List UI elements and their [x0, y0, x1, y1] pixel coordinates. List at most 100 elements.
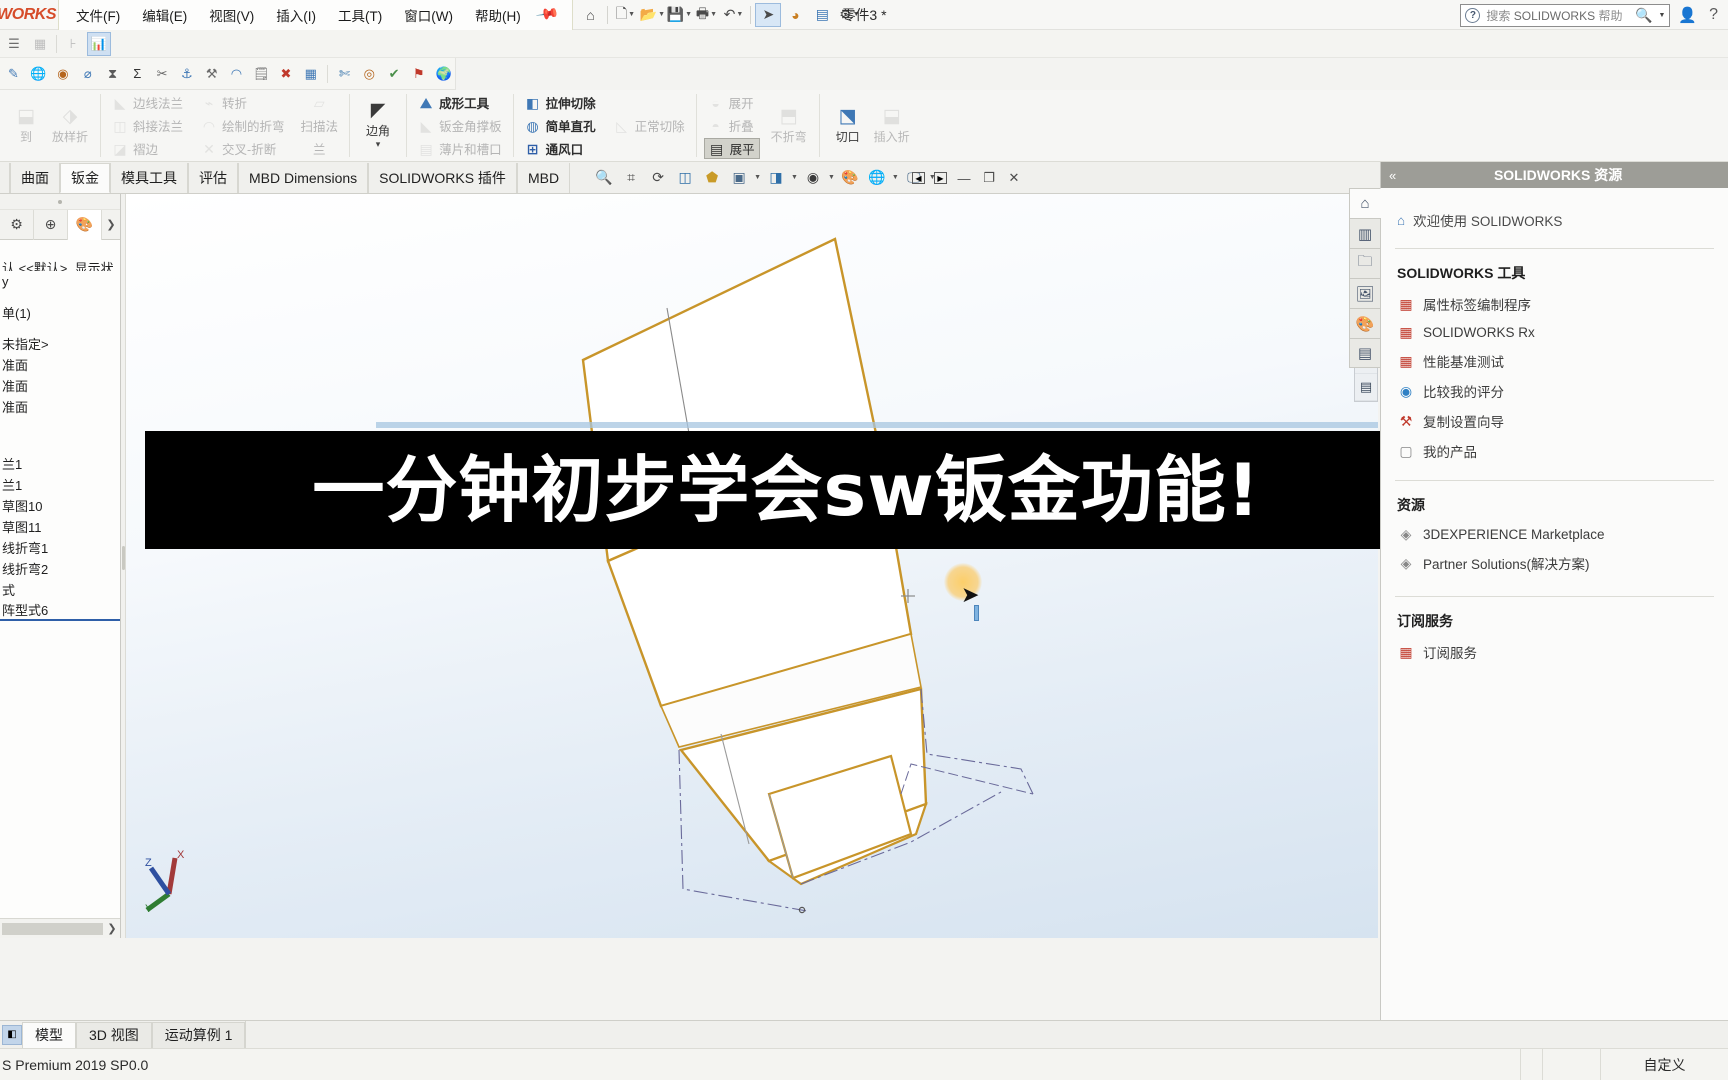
task-item-subscription-services[interactable]: ▦ 订阅服务 — [1395, 637, 1714, 667]
ellipse-icon[interactable]: ◎ — [358, 62, 381, 86]
dimension-icon[interactable]: ⊦ — [61, 32, 85, 56]
tab-scroll-left[interactable] — [0, 163, 10, 193]
corner-dropdown-icon[interactable]: ▾ — [357, 139, 399, 150]
print-icon[interactable]: 🖶 ▼ — [693, 3, 719, 27]
tab-mbd[interactable]: MBD — [516, 163, 571, 193]
menu-lines-icon[interactable]: ☰ — [2, 32, 26, 56]
delete-red-x-icon[interactable]: ✖ — [275, 62, 298, 86]
options-list-icon[interactable]: ▤ — [809, 3, 835, 27]
chevron-down-icon[interactable]: ▼ — [892, 174, 899, 181]
bottom-tab-motion-study[interactable]: 运动算例 1 — [151, 1021, 246, 1048]
tree-item-plane-top[interactable]: 准面 — [0, 375, 120, 396]
tree-item-flange-2[interactable]: 兰1 — [0, 474, 120, 495]
ribbon-button-normal-cut[interactable]: ◺ 正常切除 — [610, 115, 689, 136]
horizontal-scrollbar-thumb[interactable] — [2, 922, 103, 935]
gear-icon[interactable]: ⚙ ▼ — [836, 3, 862, 27]
paste-icon[interactable]: ⚒ — [200, 62, 223, 86]
tree-item-pattern-6[interactable]: 阵型式6 — [0, 600, 120, 621]
ribbon-button-cross-break[interactable]: ✕ 交叉-折断 — [197, 138, 289, 159]
earth-icon[interactable]: 🌍 — [432, 62, 455, 86]
globe-icon[interactable]: 🌐 — [27, 62, 50, 86]
graphics-viewport[interactable]: X Y Z ⌂ ▥ 🗀 🖼 🎨 ▤ ➤ — [121, 194, 1378, 938]
ribbon-button-simple-hole[interactable]: ◍ 简单直孔 — [521, 115, 600, 136]
view-palette-icon[interactable]: 🖼 — [1349, 278, 1381, 308]
sketch-icon[interactable]: ✎ — [2, 62, 25, 86]
menu-file[interactable]: 文件(F) — [65, 1, 131, 29]
rebuild-icon[interactable]: ◕ — [782, 3, 808, 27]
note-icon[interactable]: 🗒 — [250, 62, 273, 86]
shaded-sphere-icon[interactable]: ◉ — [52, 62, 75, 86]
view-settings-icon[interactable]: 🌐 — [865, 165, 889, 189]
tree-item-sketch-10[interactable]: 草图10 — [0, 495, 120, 516]
home-icon[interactable]: ⌂ — [577, 3, 603, 27]
ribbon-button-sheet-metal-gusset[interactable]: ◣ 钣金角撑板 — [414, 115, 506, 136]
ribbon-button-unfold[interactable]: ◒ 展开 — [704, 92, 760, 113]
task-item-compare-score[interactable]: ◉ 比较我的评分 — [1395, 376, 1714, 406]
menu-insert[interactable]: 插入(I) — [265, 1, 327, 29]
ribbon-button-corner[interactable]: ◤ 边角 — [357, 101, 399, 139]
model-view-icon[interactable]: ◧ — [2, 1024, 22, 1045]
ribbon-button-jog[interactable]: ⌁ 转折 — [197, 92, 289, 113]
ribbon-button-swept-flange-icon[interactable]: ▱ — [307, 92, 331, 113]
tree-item-plane-right[interactable]: 准面 — [0, 396, 120, 417]
ribbon-button-extruded-cut[interactable]: ◧ 拉伸切除 — [521, 92, 600, 113]
panel-scrollbar[interactable]: ❯ — [0, 918, 120, 938]
property-manager-icon[interactable]: ⊕ — [34, 209, 68, 240]
tab-evaluate[interactable]: 评估 — [188, 163, 238, 193]
rotate-view-icon[interactable]: ⟳ — [646, 165, 670, 189]
chevron-right-icon[interactable]: ❯ — [102, 218, 120, 231]
pin-icon[interactable]: 📌 — [530, 0, 569, 32]
ribbon-button-swept-flange[interactable]: 扫描法 — [297, 115, 343, 136]
tree-item-sketch-11[interactable]: 草图11 — [0, 516, 120, 537]
tree-item-plane-front[interactable]: 准面 — [0, 354, 120, 375]
task-item-performance-benchmark[interactable]: ▦ 性能基准测试 — [1395, 346, 1714, 376]
restore-icon[interactable]: ❐ — [981, 170, 997, 186]
tree-item-material[interactable]: 未指定> — [0, 333, 120, 354]
zoom-area-icon[interactable]: ⌗ — [619, 165, 643, 189]
new-document-icon[interactable]: 🗋 ▼ — [612, 3, 638, 27]
chevron-down-icon[interactable]: ▼ — [754, 174, 761, 181]
design-library-icon[interactable]: ▥ — [1349, 218, 1381, 248]
magnifier-icon[interactable]: 🔍 — [1635, 7, 1652, 24]
user-account-icon[interactable]: 👤 — [1674, 6, 1701, 24]
tree-item-pattern[interactable]: 式 — [0, 579, 120, 600]
section-view-icon[interactable]: ◫ — [673, 165, 697, 189]
mirror-icon[interactable]: ⧗ — [101, 62, 124, 86]
ribbon-button-sketched-bend[interactable]: ◠ 绘制的折弯 — [197, 115, 289, 136]
ribbon-button-hem[interactable]: ◪ 褶边 — [108, 138, 187, 159]
chevron-down-icon[interactable]: ▼ — [791, 174, 798, 181]
search-input[interactable]: ? 搜索 SOLIDWORKS 帮助 🔍 ▼ — [1460, 3, 1671, 27]
chevron-right-icon[interactable]: ❯ — [103, 922, 120, 935]
menu-help[interactable]: 帮助(H) — [464, 1, 532, 29]
menu-window[interactable]: 窗口(W) — [393, 1, 464, 29]
home-icon[interactable]: ⌂ — [1349, 188, 1381, 218]
tab-solidworks-addins[interactable]: SOLIDWORKS 插件 — [368, 163, 517, 193]
ribbon-button-forming-tool[interactable]: ⛰ 成形工具 — [414, 92, 506, 113]
panel-handle[interactable] — [0, 194, 120, 210]
welcome-item[interactable]: ⌂ 欢迎使用 SOLIDWORKS — [1395, 204, 1714, 244]
apply-scene-icon[interactable]: 🎨 — [838, 165, 862, 189]
ribbon-button-swept-flange-line2[interactable]: 兰 — [309, 138, 330, 159]
flag-icon[interactable]: ⚑ — [407, 62, 430, 86]
task-item-partner-solutions[interactable]: ◈ Partner Solutions(解决方案) — [1395, 548, 1714, 578]
measure-icon[interactable]: ⌀ — [76, 62, 99, 86]
appearances-icon[interactable]: 🎨 — [1349, 308, 1381, 338]
list-panel-icon[interactable]: ▤ — [1355, 374, 1377, 401]
tab-surfaces[interactable]: 曲面 — [10, 163, 60, 193]
tree-item-cutlist[interactable]: 单(1) — [0, 302, 120, 323]
menu-view[interactable]: 视图(V) — [198, 1, 265, 29]
task-item-solidworks-rx[interactable]: ▦ SOLIDWORKS Rx — [1395, 319, 1714, 346]
chevron-down-icon[interactable]: ▼ — [1658, 12, 1665, 19]
zoom-fit-icon[interactable]: 🔍 — [592, 165, 616, 189]
prev-pane-icon[interactable]: ◀ — [912, 172, 925, 184]
custom-properties-icon[interactable]: ▤ — [1349, 338, 1381, 368]
ribbon-button-no-bend[interactable]: ⬒ 不折弯 — [766, 92, 812, 159]
mate-icon[interactable]: ✄ — [333, 62, 356, 86]
close-icon[interactable]: ✕ — [1006, 170, 1022, 186]
tab-mbd-dimensions[interactable]: MBD Dimensions — [238, 163, 369, 193]
ribbon-button-extrude-to[interactable]: ⬓ 到 — [5, 92, 47, 159]
task-item-marketplace[interactable]: ◈ 3DEXPERIENCE Marketplace — [1395, 521, 1714, 548]
ribbon-button-rip[interactable]: ⬔ 切口 — [827, 92, 869, 159]
chevron-double-left-icon[interactable]: « — [1389, 168, 1396, 183]
ribbon-button-fold[interactable]: ◓ 折叠 — [704, 115, 760, 136]
